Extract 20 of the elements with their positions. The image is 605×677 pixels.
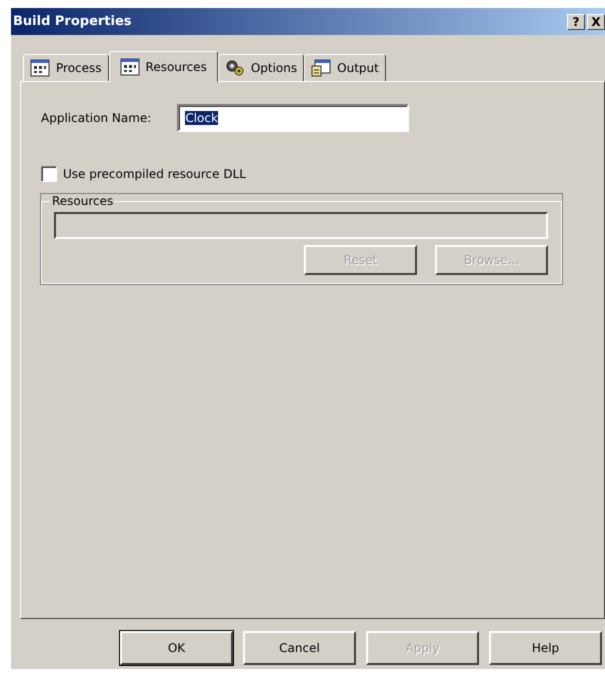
window-title: Build Properties [13, 14, 132, 29]
button[interactable]: Cancel [243, 631, 356, 665]
input-field[interactable]: Clock [177, 104, 410, 132]
tab[interactable]: Resources [108, 51, 218, 82]
tab[interactable]: Output [304, 54, 386, 81]
tab[interactable]: Options [218, 54, 304, 81]
gears-icon [224, 59, 245, 77]
window-icon [120, 58, 140, 76]
checkbox-label: Use precompiled resource DLL [63, 167, 246, 181]
group-title: Resources [51, 194, 114, 208]
button[interactable]: OK [120, 631, 233, 665]
close-button[interactable]: X [587, 14, 605, 30]
help-button[interactable]: ? [567, 14, 585, 30]
document-icon [311, 59, 332, 77]
resources-field[interactable] [54, 212, 548, 239]
button[interactable]: Help [489, 631, 602, 665]
checkbox[interactable] [41, 166, 57, 182]
field-label: Application Name: [41, 111, 152, 125]
tab[interactable]: Process [23, 54, 109, 81]
window-icon [30, 59, 50, 77]
